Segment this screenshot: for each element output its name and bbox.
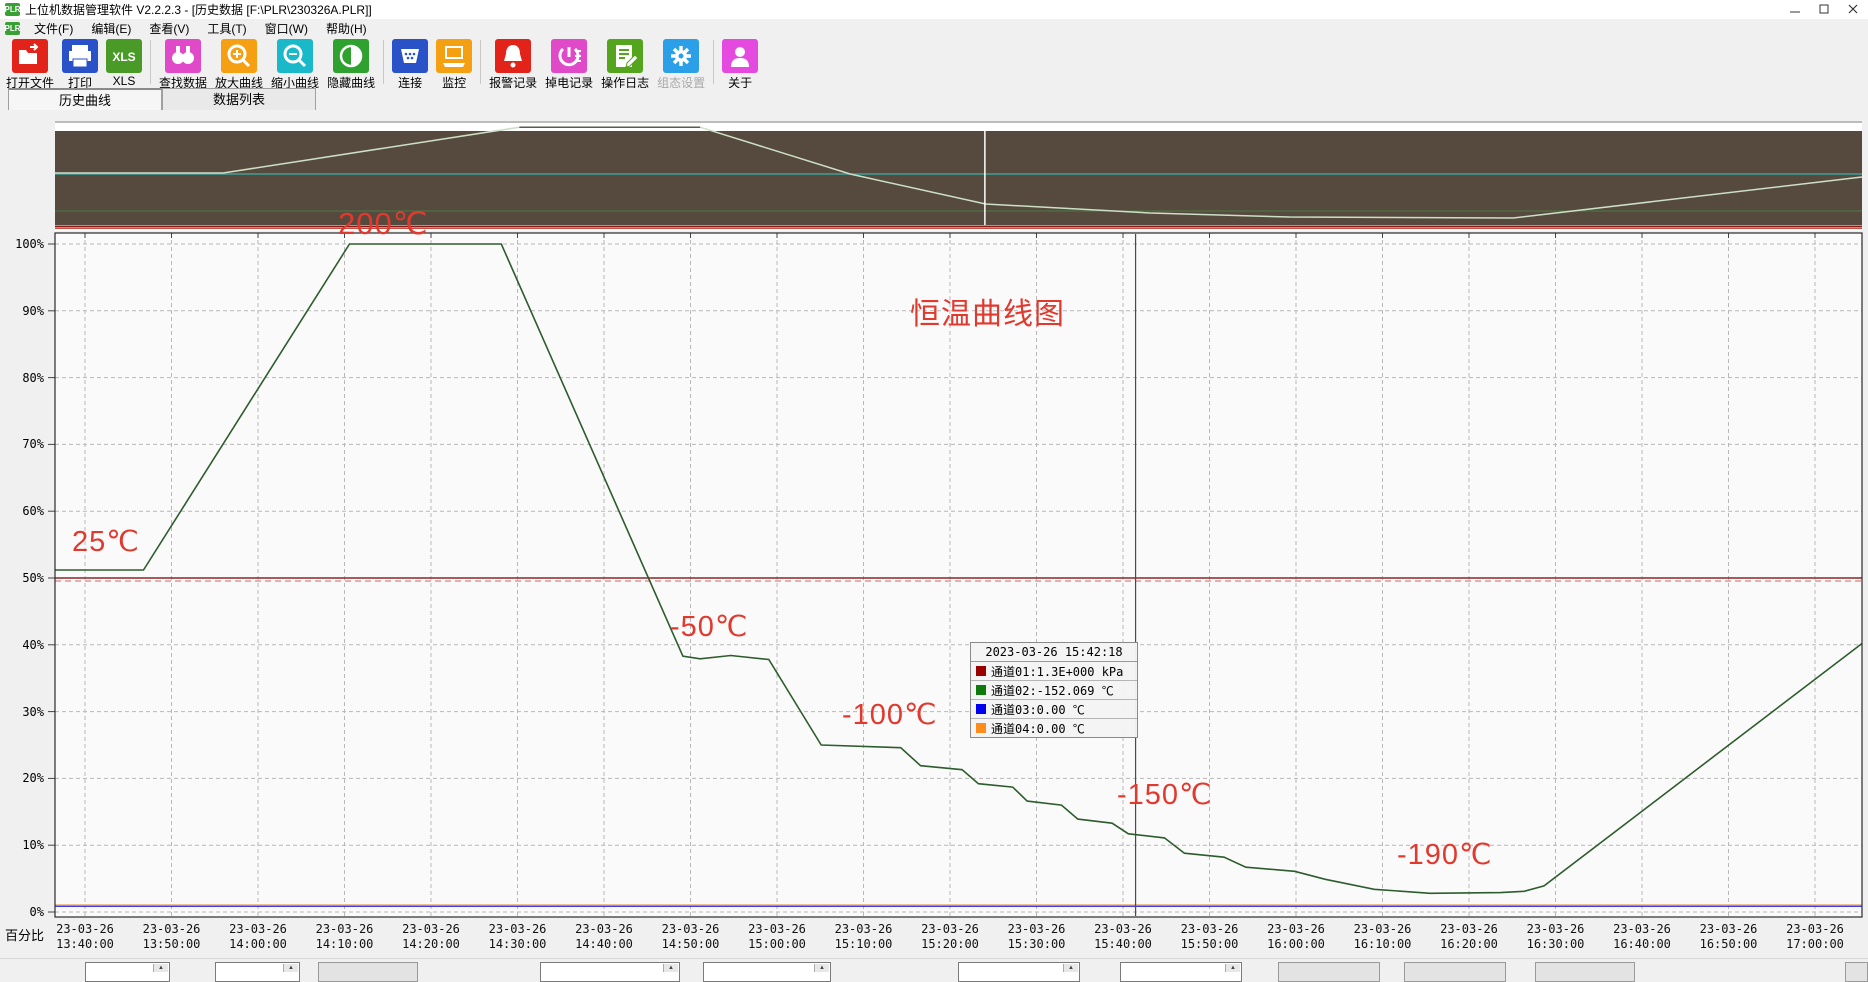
connect-icon [392, 39, 428, 73]
toolbar-separator [480, 40, 481, 84]
zoom-out-icon [277, 39, 313, 73]
spinner-up-icon[interactable]: ▲ [283, 964, 298, 972]
history-curve-chart[interactable] [0, 0, 1868, 975]
menu-item-V[interactable]: 查看(V) [140, 20, 198, 37]
toolbar-button-monitor[interactable]: 监控 [432, 38, 476, 91]
channel-color-swatch [976, 704, 986, 714]
bottom-control-button[interactable] [318, 962, 418, 982]
toolbar-button-label: XLS [113, 74, 136, 88]
window-title: 上位机数据管理软件 V2.2.2.3 - [历史数据 [F:\PLR\23032… [25, 1, 372, 18]
toolbar-button-power-log[interactable]: 掉电记录 [541, 38, 597, 91]
tooltip-channel-row: 通道02:-152.069 ℃ [971, 681, 1137, 700]
power-log-icon [551, 39, 587, 73]
menu-item-W[interactable]: 窗口(W) [256, 20, 317, 37]
tooltip-datetime: 2023-03-26 15:42:18 [971, 643, 1137, 662]
zoom-in-icon [221, 39, 257, 73]
bottom-control-spin[interactable]: ▲ [703, 962, 831, 982]
toolbar-separator [713, 40, 714, 84]
channel-color-swatch [976, 666, 986, 676]
menu-item-T[interactable]: 工具(T) [198, 20, 255, 37]
toolbar-button-alarm-log[interactable]: 报警记录 [485, 38, 541, 91]
app-icon: PLR [5, 3, 20, 16]
spinner-up-icon[interactable]: ▲ [663, 964, 678, 972]
spinner-up-icon[interactable]: ▲ [1225, 964, 1240, 972]
hide-curve-icon [333, 39, 369, 73]
toolbar-button-about[interactable]: 关于 [718, 38, 762, 91]
close-button[interactable] [1839, 0, 1868, 19]
tab-strip: 历史曲线数据列表 [0, 88, 1868, 110]
bottom-control-spin[interactable]: ▲ [85, 962, 170, 982]
find-data-icon [165, 39, 201, 73]
spinner-up-icon[interactable]: ▲ [1063, 964, 1078, 972]
print-icon [62, 39, 98, 73]
spinner-up-icon[interactable]: ▲ [814, 964, 829, 972]
menu-item-E[interactable]: 编辑(E) [82, 20, 140, 37]
menu-bar: PLR 文件(F)编辑(E)查看(V)工具(T)窗口(W)帮助(H) [0, 19, 1868, 38]
maximize-button[interactable] [1810, 0, 1839, 19]
channel-color-swatch [976, 685, 986, 695]
toolbar-button-hide-curve[interactable]: 隐藏曲线 [323, 38, 379, 91]
app-window: { "window": { "title": "上位机数据管理软件 V2.2.2… [0, 0, 1868, 975]
bottom-control-button[interactable] [1278, 962, 1380, 982]
menu-item-F[interactable]: 文件(F) [25, 20, 82, 37]
monitor-icon [436, 39, 472, 73]
toolbar-button-connect[interactable]: 连接 [388, 38, 432, 91]
bottom-control-button[interactable] [1404, 962, 1506, 982]
settings-icon [663, 39, 699, 73]
channel-color-swatch [976, 723, 986, 733]
y-axis-title: 百分比 [5, 925, 44, 944]
bottom-control-spin[interactable]: ▲ [1120, 962, 1242, 982]
tooltip-channel-row: 通道04:0.00 ℃ [971, 719, 1137, 737]
toolbar-button-xls[interactable]: XLS XLS [102, 38, 146, 91]
toolbar-button-zoom-in[interactable]: 放大曲线 [211, 38, 267, 91]
tooltip-channel-row: 通道01:1.3E+000 kPa [971, 662, 1137, 681]
svg-text:XLS: XLS [112, 50, 135, 64]
bottom-control-button[interactable] [1535, 962, 1635, 982]
spinner-up-icon[interactable]: ▲ [153, 964, 168, 972]
toolbar-button-zoom-out[interactable]: 缩小曲线 [267, 38, 323, 91]
menu-item-H[interactable]: 帮助(H) [317, 20, 376, 37]
toolbar-button-op-log[interactable]: 操作日志 [597, 38, 653, 91]
title-bar: PLR 上位机数据管理软件 V2.2.2.3 - [历史数据 [F:\PLR\2… [0, 0, 1868, 20]
toolbar-separator [150, 40, 151, 84]
tab-数据列表[interactable]: 数据列表 [162, 88, 316, 110]
toolbar-button-find-data[interactable]: 查找数据 [155, 38, 211, 91]
toolbar-separator [383, 40, 384, 84]
about-icon [722, 39, 758, 73]
toolbar-button-settings: 组态设置 [653, 38, 709, 91]
document-icon: PLR [5, 22, 20, 35]
bottom-control-button[interactable] [1845, 962, 1868, 982]
bottom-control-spin[interactable]: ▲ [215, 962, 300, 982]
minimize-button[interactable] [1781, 0, 1810, 19]
toolbar-button-open-file[interactable]: 打开文件 [2, 38, 58, 91]
tab-历史曲线[interactable]: 历史曲线 [8, 88, 162, 110]
bottom-control-select[interactable]: ▲ [540, 962, 680, 982]
tooltip-channel-row: 通道03:0.00 ℃ [971, 700, 1137, 719]
toolbar-button-print[interactable]: 打印 [58, 38, 102, 91]
alarm-log-icon [495, 39, 531, 73]
cursor-tooltip: 2023-03-26 15:42:18 通道01:1.3E+000 kPa通道0… [970, 642, 1138, 738]
op-log-icon [607, 39, 643, 73]
bottom-control-select[interactable]: ▲ [958, 962, 1080, 982]
xls-icon: XLS [106, 39, 142, 73]
toolbar: 打开文件打印 XLS XLS 查找数据放大曲线缩小曲线隐藏曲线连接监控报警记录掉电记录… [0, 38, 1868, 89]
open-file-icon [12, 39, 48, 73]
